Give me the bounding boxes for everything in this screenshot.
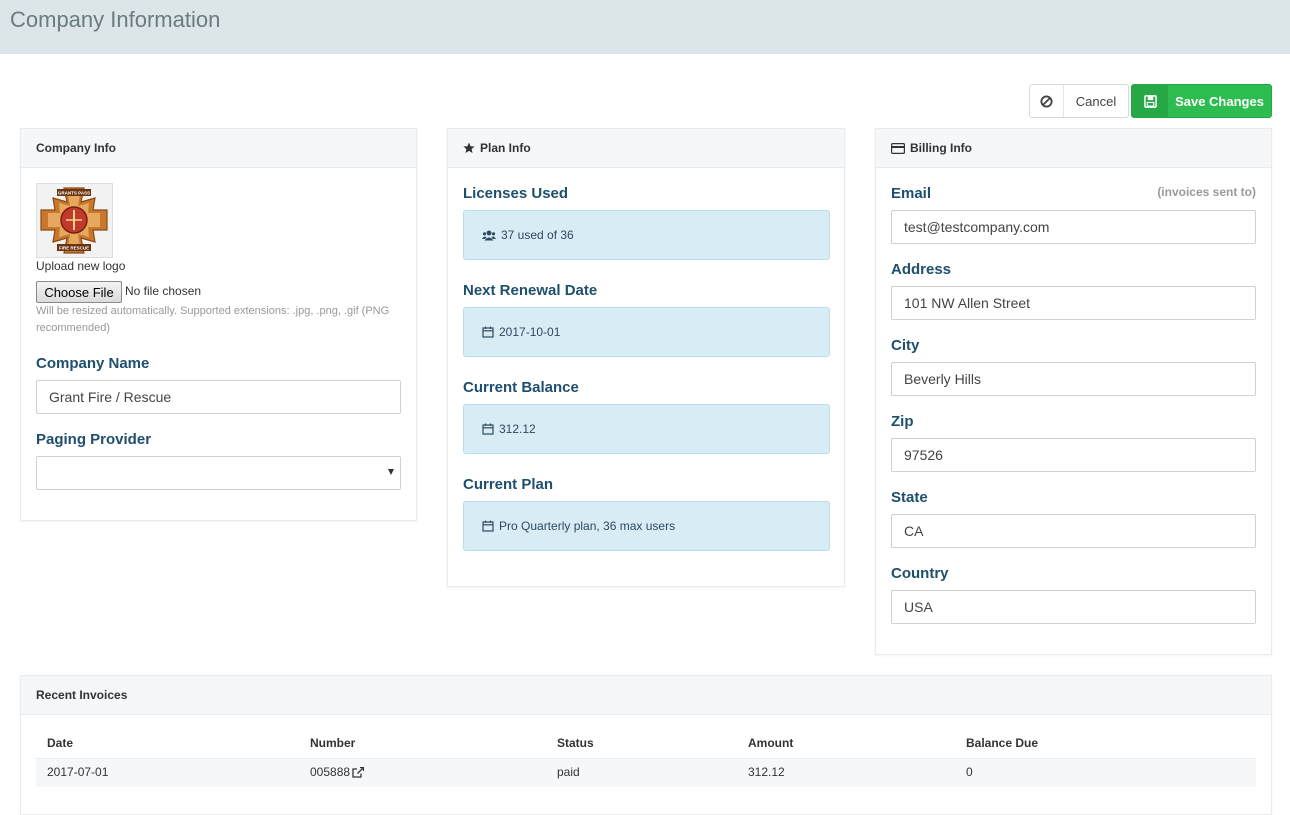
cancel-button[interactable]: Cancel [1029,84,1129,118]
invoice-status-cell: paid [557,765,580,779]
column-header-balance-due: Balance Due [966,736,1039,750]
calendar-icon [482,520,494,532]
star-icon [463,142,475,153]
state-label: State [891,489,928,506]
upload-hint: Will be resized automatically. Supported… [36,305,390,334]
city-label: City [891,337,920,354]
invoice-amount-cell: 312.12 [748,765,785,779]
plan-info-panel: Plan Info Licenses Used 37 used of 36 Ne… [447,128,845,587]
invoice-date-cell: 2017-07-01 [47,765,109,779]
ban-icon [1030,85,1064,117]
company-info-title: Company Info [36,141,116,155]
invoice-balance-due-cell: 0 [966,765,973,779]
column-header-number: Number [310,736,356,750]
email-input[interactable]: test@testcompany.com [891,210,1256,244]
plan-info-title: Plan Info [480,141,531,155]
cancel-label: Cancel [1075,93,1117,109]
country-label: Country [891,565,949,582]
licenses-used-value: 37 used of 36 [501,228,574,242]
licenses-used-label: Licenses Used [463,185,569,202]
city-input[interactable]: Beverly Hills [891,362,1256,396]
licenses-used-well: 37 used of 36 [463,210,830,260]
calendar-icon [482,326,494,338]
country-input[interactable]: USA [891,590,1256,624]
next-renewal-value: 2017-10-01 [499,325,561,339]
save-label: Save Changes [1175,93,1264,109]
upload-logo-label: Upload new logo [36,259,126,273]
state-input[interactable]: CA [891,514,1256,548]
current-balance-well: 312.12 [463,404,830,454]
no-file-chosen-text: No file chosen [125,284,202,298]
next-renewal-well: 2017-10-01 [463,307,830,357]
paging-provider-label: Paging Provider [36,431,152,448]
company-info-panel: Company Info GRANTS PASS FIRE RESCUE Upl… [20,128,417,521]
company-name-input[interactable]: Grant Fire / Rescue [36,380,401,414]
recent-invoices-title: Recent Invoices [36,688,128,702]
invoice-number-text: 005888 [310,765,351,779]
table-row [36,758,1256,787]
company-name-label: Company Name [36,355,150,372]
plan-info-heading: Plan Info [448,129,844,168]
column-header-amount: Amount [748,736,794,750]
column-header-status: Status [557,736,594,750]
choose-file-button[interactable]: Choose File [36,281,122,303]
users-icon [482,230,496,240]
company-logo: GRANTS PASS FIRE RESCUE [36,183,113,258]
address-label: Address [891,261,952,278]
page-title: Company Information [10,7,221,32]
logo-top-text: GRANTS PASS [58,191,90,196]
next-renewal-label: Next Renewal Date [463,282,598,299]
billing-info-panel: Billing Info Email (invoices sent to) te… [875,128,1272,655]
current-plan-value: Pro Quarterly plan, 36 max users [499,519,676,533]
address-input[interactable]: 101 NW Allen Street [891,286,1256,320]
email-note: (invoices sent to) [1157,185,1256,199]
maltese-cross-logo-icon: GRANTS PASS FIRE RESCUE [40,187,108,254]
caret-down-icon [388,469,394,475]
zip-label: Zip [891,413,914,430]
logo-bottom-text: FIRE RESCUE [59,246,89,251]
recent-invoices-heading: Recent Invoices [21,676,1271,715]
current-balance-value: 312.12 [499,422,536,436]
current-balance-label: Current Balance [463,379,579,396]
external-link-icon [352,766,365,778]
page-header: Company Information [0,0,1290,54]
company-info-heading: Company Info [21,129,416,168]
invoice-number-link[interactable]: 005888 [310,765,365,779]
current-plan-label: Current Plan [463,476,554,493]
paging-provider-select[interactable] [36,456,401,490]
save-changes-button[interactable]: Save Changes [1131,84,1272,118]
floppy-disk-icon [1132,85,1168,117]
column-header-date: Date [47,736,74,750]
email-label: Email [891,185,932,202]
recent-invoices-panel: Recent Invoices Date Number Status Amoun… [20,675,1272,815]
current-plan-well: Pro Quarterly plan, 36 max users [463,501,830,551]
billing-info-heading: Billing Info [876,129,1271,168]
billing-info-title: Billing Info [910,141,972,155]
zip-input[interactable]: 97526 [891,438,1256,472]
calendar-icon [482,423,494,435]
credit-card-icon [891,142,905,154]
